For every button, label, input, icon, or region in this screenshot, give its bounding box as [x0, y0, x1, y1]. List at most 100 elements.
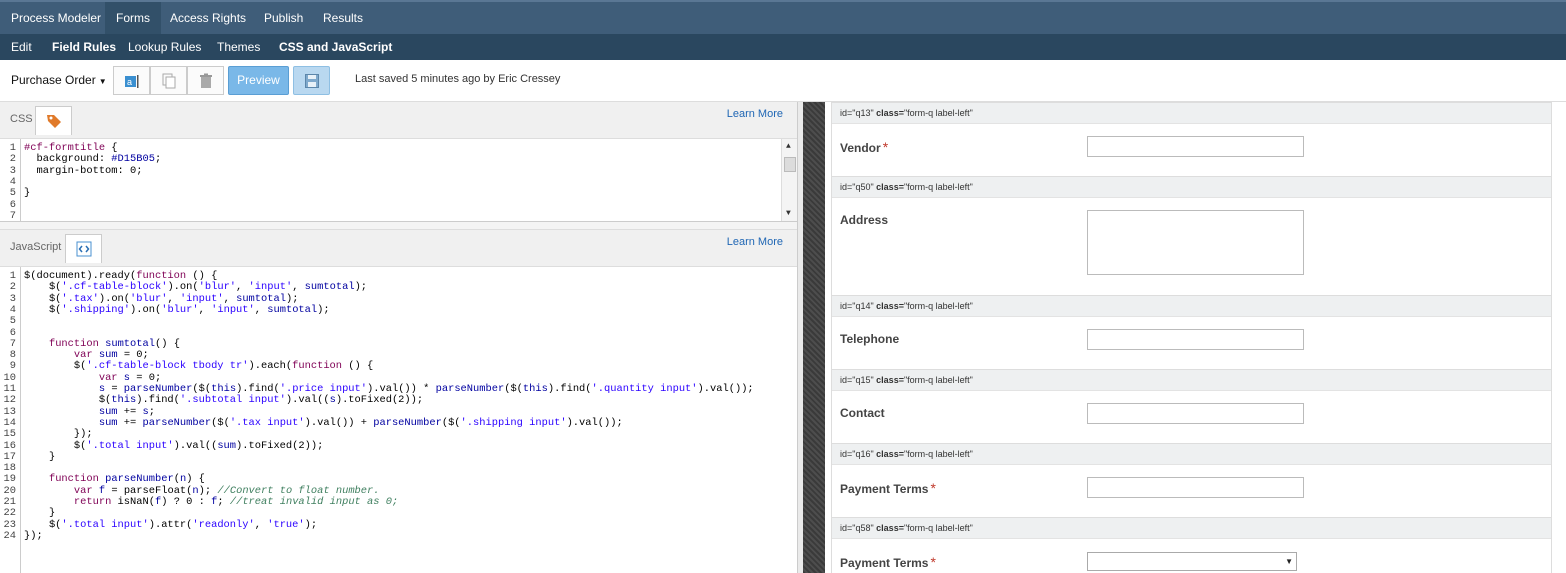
- trash-icon: [200, 73, 212, 88]
- question-class-text: "form-q label-left": [903, 449, 973, 459]
- question-label-text: Telephone: [840, 332, 900, 346]
- subnav-field-rules[interactable]: Field Rules: [41, 34, 127, 60]
- contact-input[interactable]: [1087, 403, 1304, 424]
- question-id-text: id="q15": [840, 375, 874, 385]
- nav-publish[interactable]: Publish: [253, 2, 314, 34]
- copy-button[interactable]: [150, 66, 187, 95]
- nav-access-rights[interactable]: Access Rights: [159, 2, 257, 34]
- line-number: 2: [9, 153, 16, 166]
- address-textarea[interactable]: [1087, 210, 1304, 275]
- question-meta-bar: id="q13" class="form-q label-left": [832, 102, 1551, 124]
- payment-terms-input[interactable]: [1087, 477, 1304, 498]
- nav-forms[interactable]: Forms: [105, 2, 161, 34]
- question-meta-bar: id="q15" class="form-q label-left": [832, 369, 1551, 391]
- code-line: $(this).find('.subtotal input').val((s).…: [24, 394, 424, 407]
- question-label-text: Address: [840, 213, 889, 227]
- line-number: 5: [9, 187, 16, 200]
- code-line: });: [24, 428, 93, 441]
- scroll-thumb[interactable]: [784, 157, 796, 172]
- floppy-disk-icon: [305, 74, 319, 88]
- nav-results[interactable]: Results: [312, 2, 374, 34]
- javascript-code-editor[interactable]: 1 $(document).ready(function () {2 $('.cf…: [0, 267, 797, 573]
- line-number: 5: [9, 315, 16, 328]
- subnav-edit[interactable]: Edit: [0, 34, 43, 60]
- line-number: 15: [3, 428, 16, 441]
- code-line: return isNaN(f) ? 0 : f; //treat invalid…: [73, 496, 399, 508]
- class-keyword: class=: [873, 108, 904, 118]
- subnav-css-javascript[interactable]: CSS and JavaScript: [268, 34, 403, 60]
- question-id-text: id="q13": [840, 108, 874, 118]
- question-label: Vendor *: [840, 139, 888, 155]
- javascript-label: JavaScript: [10, 241, 62, 253]
- code-line: $('.shipping').on('blur', 'input', sumto…: [24, 303, 330, 316]
- question-label: Payment Terms *: [840, 554, 936, 570]
- code-line: }: [24, 507, 56, 520]
- question-meta-bar: id="q50" class="form-q label-left": [832, 176, 1551, 198]
- question-label: Address: [840, 213, 888, 227]
- payment-terms-select[interactable]: ▼: [1087, 552, 1297, 571]
- secondary-nav: Edit Field Rules Lookup Rules Themes CSS…: [0, 34, 1566, 60]
- scroll-down-arrow-icon: ▼: [786, 208, 791, 218]
- question-label-text: Payment Terms: [840, 556, 929, 570]
- copy-icon: [162, 73, 176, 89]
- question-label: Contact: [840, 406, 885, 420]
- line-number: 22: [3, 507, 16, 520]
- question-class-text: "form-q label-left": [903, 523, 973, 533]
- required-marker: *: [930, 480, 936, 496]
- class-keyword: class=: [873, 301, 904, 311]
- code-line: }: [24, 450, 56, 463]
- css-learn-more-link[interactable]: Learn More: [727, 108, 783, 120]
- form-edge: [831, 102, 832, 573]
- css-code-editor[interactable]: ▲ ▼ 1 #cf-formtitle {2 background: #D15B05…: [0, 139, 797, 222]
- delete-button[interactable]: [187, 66, 224, 95]
- class-keyword: class=: [873, 182, 904, 192]
- line-number: 9: [9, 360, 16, 373]
- question-label-text: Contact: [840, 406, 885, 420]
- line-number: 24: [3, 529, 16, 542]
- question-label: Telephone: [840, 332, 899, 346]
- css-pane-header: CSS Learn More: [0, 102, 797, 139]
- code-line: });: [24, 529, 43, 542]
- rename-icon: a: [125, 75, 139, 88]
- telephone-input[interactable]: [1087, 329, 1304, 350]
- toolbar: Purchase Order ▼ a Preview Last saved 5 m…: [0, 60, 1566, 102]
- primary-nav: Process Modeler Forms Access Rights Publ…: [0, 0, 1566, 34]
- question-label-text: Payment Terms: [840, 482, 929, 496]
- code-editor-area: CSS Learn More ▲ ▼ 1 #cf-formtitle {2 back…: [0, 102, 797, 573]
- js-learn-more-link[interactable]: Learn More: [727, 236, 783, 248]
- code-line: $('.cf-table-block tbody tr').each(funct…: [24, 360, 374, 373]
- question-meta-bar: id="q58" class="form-q label-left": [832, 517, 1551, 539]
- line-number: 7: [9, 209, 16, 222]
- code-line: function parseNumber(n) {: [48, 473, 205, 486]
- question-id-text: id="q58": [840, 523, 874, 533]
- preview-button[interactable]: Preview: [228, 66, 289, 95]
- nav-process-modeler[interactable]: Process Modeler: [0, 2, 112, 34]
- code-line: margin-bottom: 0;: [24, 164, 143, 177]
- class-keyword: class=: [873, 375, 904, 385]
- code-line: sum += parseNumber($('.tax input').val()…: [98, 416, 623, 429]
- css-tab-button[interactable]: [35, 106, 72, 135]
- form-preview: id="q13" class="form-q label-left" Vendor…: [825, 102, 1558, 573]
- code-line: background: #D15B05;: [24, 153, 162, 166]
- form-scrollbar[interactable]: [1551, 102, 1566, 573]
- subnav-lookup-rules[interactable]: Lookup Rules: [117, 34, 212, 60]
- js-tab-button[interactable]: [65, 234, 102, 263]
- css-scrollbar[interactable]: ▲ ▼: [781, 139, 797, 221]
- tag-icon: [47, 115, 61, 128]
- question-class-text: "form-q label-left": [903, 108, 973, 118]
- question-id-text: id="q14": [840, 301, 874, 311]
- form-selector[interactable]: Purchase Order ▼: [11, 73, 107, 87]
- question-meta-bar: id="q14" class="form-q label-left": [832, 295, 1551, 317]
- line-number: 2: [9, 281, 16, 294]
- question-class-text: "form-q label-left": [903, 182, 973, 192]
- class-keyword: class=: [873, 449, 904, 459]
- rename-button[interactable]: a: [113, 66, 150, 95]
- question-meta-bar: id="q16" class="form-q label-left": [832, 443, 1551, 465]
- pane-resize-handle[interactable]: [0, 222, 797, 230]
- question-class-text: "form-q label-left": [903, 301, 973, 311]
- question-label: Payment Terms *: [840, 480, 936, 496]
- subnav-themes[interactable]: Themes: [206, 34, 271, 60]
- vendor-input[interactable]: [1087, 136, 1304, 157]
- line-number: 12: [3, 394, 16, 407]
- save-button[interactable]: [293, 66, 330, 95]
